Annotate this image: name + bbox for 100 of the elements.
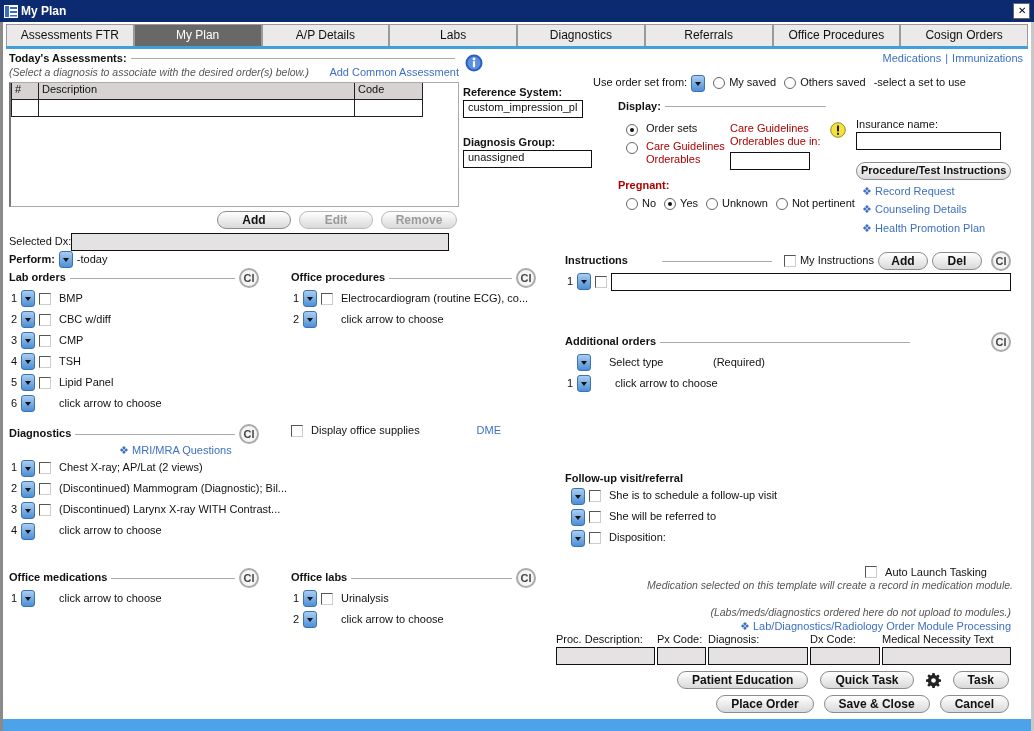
button[interactable]: Add [877, 252, 928, 270]
dropdown-button[interactable] [303, 290, 317, 307]
clear-button[interactable]: Cl [516, 568, 536, 588]
checkbox[interactable] [589, 511, 601, 524]
dropdown-button[interactable] [21, 480, 35, 498]
checkbox[interactable] [321, 592, 333, 605]
checkbox[interactable] [783, 255, 796, 267]
clear-button[interactable]: Cl [239, 424, 259, 444]
checkbox[interactable] [39, 376, 51, 389]
dropdown-button[interactable] [571, 508, 585, 526]
tab[interactable]: Referrals [644, 24, 773, 46]
button[interactable]: Add [217, 211, 291, 229]
text-field[interactable] [810, 647, 880, 665]
clear-button[interactable]: Cl [239, 568, 259, 588]
checkbox[interactable] [39, 504, 51, 517]
dropdown-button[interactable] [21, 290, 35, 307]
dropdown-button[interactable] [303, 611, 317, 628]
button[interactable]: Quick Task [820, 671, 914, 689]
radio-button[interactable] [664, 197, 677, 210]
text-field[interactable] [708, 647, 808, 665]
button[interactable]: Del [931, 252, 982, 270]
link[interactable]: Add Common Assessment [329, 65, 459, 80]
link[interactable]: ❖ Counseling Details [856, 203, 1012, 217]
link[interactable]: DME [476, 424, 501, 438]
checkbox[interactable] [595, 275, 607, 288]
text-field[interactable]: custom_impression_pl [463, 99, 583, 118]
tab[interactable]: Labs [389, 24, 517, 46]
selected-dx-field[interactable] [71, 233, 450, 251]
text-field[interactable]: unassigned [463, 149, 592, 168]
text-field[interactable] [730, 152, 810, 170]
clear-button[interactable]: Cl [991, 332, 1011, 352]
text-field[interactable] [856, 131, 1001, 150]
radio-button[interactable] [713, 77, 726, 90]
gear-icon[interactable] [925, 672, 941, 688]
tab[interactable]: Office Procedures [772, 24, 901, 46]
checkbox[interactable] [39, 292, 51, 305]
radio-button[interactable] [626, 123, 638, 136]
note-text: (Labs/meds/diagnostics ordered here do not upload to modules.) [709, 606, 1012, 620]
checkbox[interactable] [321, 292, 333, 305]
dropdown-button[interactable] [21, 353, 35, 370]
tab[interactable]: My Plan [133, 24, 262, 46]
dropdown-button[interactable] [21, 501, 35, 519]
link[interactable]: ❖ MRI/MRA Questions [9, 444, 291, 458]
link[interactable]: Immunizations [952, 52, 1023, 66]
radio-label: Others saved [800, 76, 866, 91]
checkbox[interactable] [39, 334, 51, 347]
dropdown-button[interactable] [21, 395, 35, 412]
checkbox[interactable] [39, 483, 51, 496]
button[interactable]: Cancel [939, 695, 1009, 713]
tab[interactable]: A/P Details [261, 24, 390, 46]
clear-button[interactable]: Cl [239, 268, 259, 288]
dropdown-button[interactable] [21, 311, 35, 328]
checkbox[interactable] [39, 313, 51, 326]
dropdown-button[interactable] [577, 273, 591, 290]
checkbox[interactable] [589, 490, 601, 503]
close-button[interactable]: ✕ [1013, 3, 1030, 19]
link[interactable]: Medications [882, 52, 942, 66]
tab[interactable]: Diagnostics [517, 24, 645, 46]
tab[interactable]: Cosign Orders [900, 24, 1028, 46]
dropdown-button[interactable] [21, 332, 35, 349]
checkbox[interactable] [39, 355, 51, 368]
clear-button[interactable]: Cl [516, 268, 536, 288]
dropdown-button[interactable] [21, 459, 35, 477]
checkbox[interactable] [39, 462, 51, 475]
dropdown-button[interactable] [21, 522, 35, 540]
button[interactable]: Place Order [716, 695, 814, 713]
radio-button[interactable] [775, 197, 788, 210]
checkbox[interactable] [589, 532, 601, 545]
checkbox[interactable] [865, 566, 878, 579]
text-field[interactable] [556, 647, 655, 665]
link[interactable]: ❖ Lab/Diagnostics/Radiology Order Module Processing [739, 619, 1011, 632]
tab[interactable]: Assessments FTR [6, 24, 134, 46]
radio-button[interactable] [706, 197, 718, 210]
text-field[interactable] [657, 647, 706, 665]
dropdown-button[interactable] [303, 311, 317, 328]
dropdown-button[interactable] [577, 375, 591, 392]
button[interactable]: Task [952, 671, 1009, 689]
dropdown-button[interactable] [691, 74, 706, 92]
checkbox[interactable] [291, 424, 303, 437]
button[interactable]: Procedure/Test Instructions [856, 161, 1012, 180]
dropdown-button[interactable] [21, 374, 35, 391]
dropdown-button[interactable] [577, 354, 591, 371]
text-field[interactable] [611, 272, 1011, 291]
text-field[interactable] [882, 647, 1011, 665]
button[interactable]: Save & Close [823, 695, 930, 713]
dropdown-button[interactable] [58, 251, 73, 268]
field-label: Medical Necessity Text [882, 633, 995, 647]
dropdown-button[interactable] [571, 529, 585, 547]
info-icon[interactable] [465, 54, 483, 72]
radio-button[interactable] [626, 197, 638, 210]
dropdown-button[interactable] [21, 590, 35, 607]
clear-button[interactable]: Cl [991, 251, 1011, 271]
button[interactable]: Patient Education [677, 671, 809, 689]
link[interactable]: ❖ Record Request [856, 184, 1012, 199]
radio-button[interactable] [784, 77, 797, 90]
radio-button[interactable] [626, 141, 638, 154]
dropdown-button[interactable] [571, 487, 585, 505]
link[interactable]: ❖ Health Promotion Plan [856, 222, 1012, 236]
dropdown-button[interactable] [303, 590, 317, 607]
window-title: My Plan [21, 3, 67, 19]
